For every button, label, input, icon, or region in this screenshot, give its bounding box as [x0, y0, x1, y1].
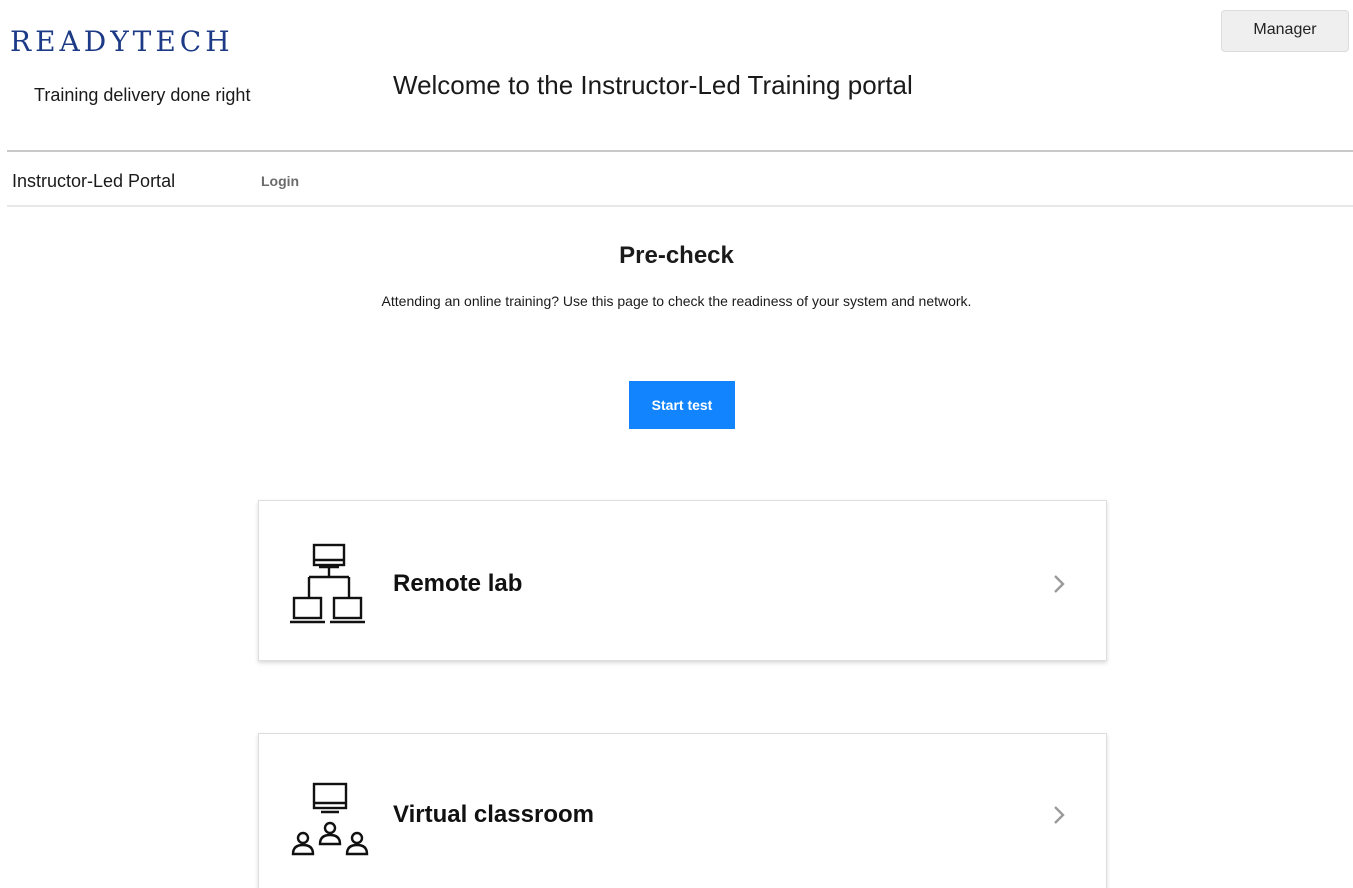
precheck-description: Attending an online training? Use this p… [381, 293, 972, 309]
chevron-right-icon [1054, 575, 1065, 593]
classroom-users-icon [291, 782, 369, 856]
card-title: Virtual classroom [393, 801, 594, 828]
precheck-heading: Pre-check [619, 242, 734, 269]
network-computers-icon [290, 543, 365, 624]
page-title: Welcome to the Instructor-Led Training p… [393, 70, 913, 100]
card-title: Remote lab [393, 570, 523, 597]
remote-lab-card[interactable]: Remote lab [258, 500, 1107, 661]
page: READYTECH Training delivery done right W… [0, 0, 1353, 888]
readytech-logo[interactable]: READYTECH [10, 26, 234, 58]
nav-brand-link[interactable]: Instructor-Led Portal [12, 170, 175, 192]
login-link[interactable]: Login [261, 172, 299, 190]
navbar: Instructor-Led Portal Login [7, 150, 1353, 207]
chevron-right-icon [1054, 806, 1065, 824]
virtual-classroom-card[interactable]: Virtual classroom [258, 733, 1107, 888]
manager-button[interactable]: Manager [1221, 10, 1349, 52]
start-test-button[interactable]: Start test [629, 381, 735, 429]
tagline: Training delivery done right [34, 85, 251, 105]
